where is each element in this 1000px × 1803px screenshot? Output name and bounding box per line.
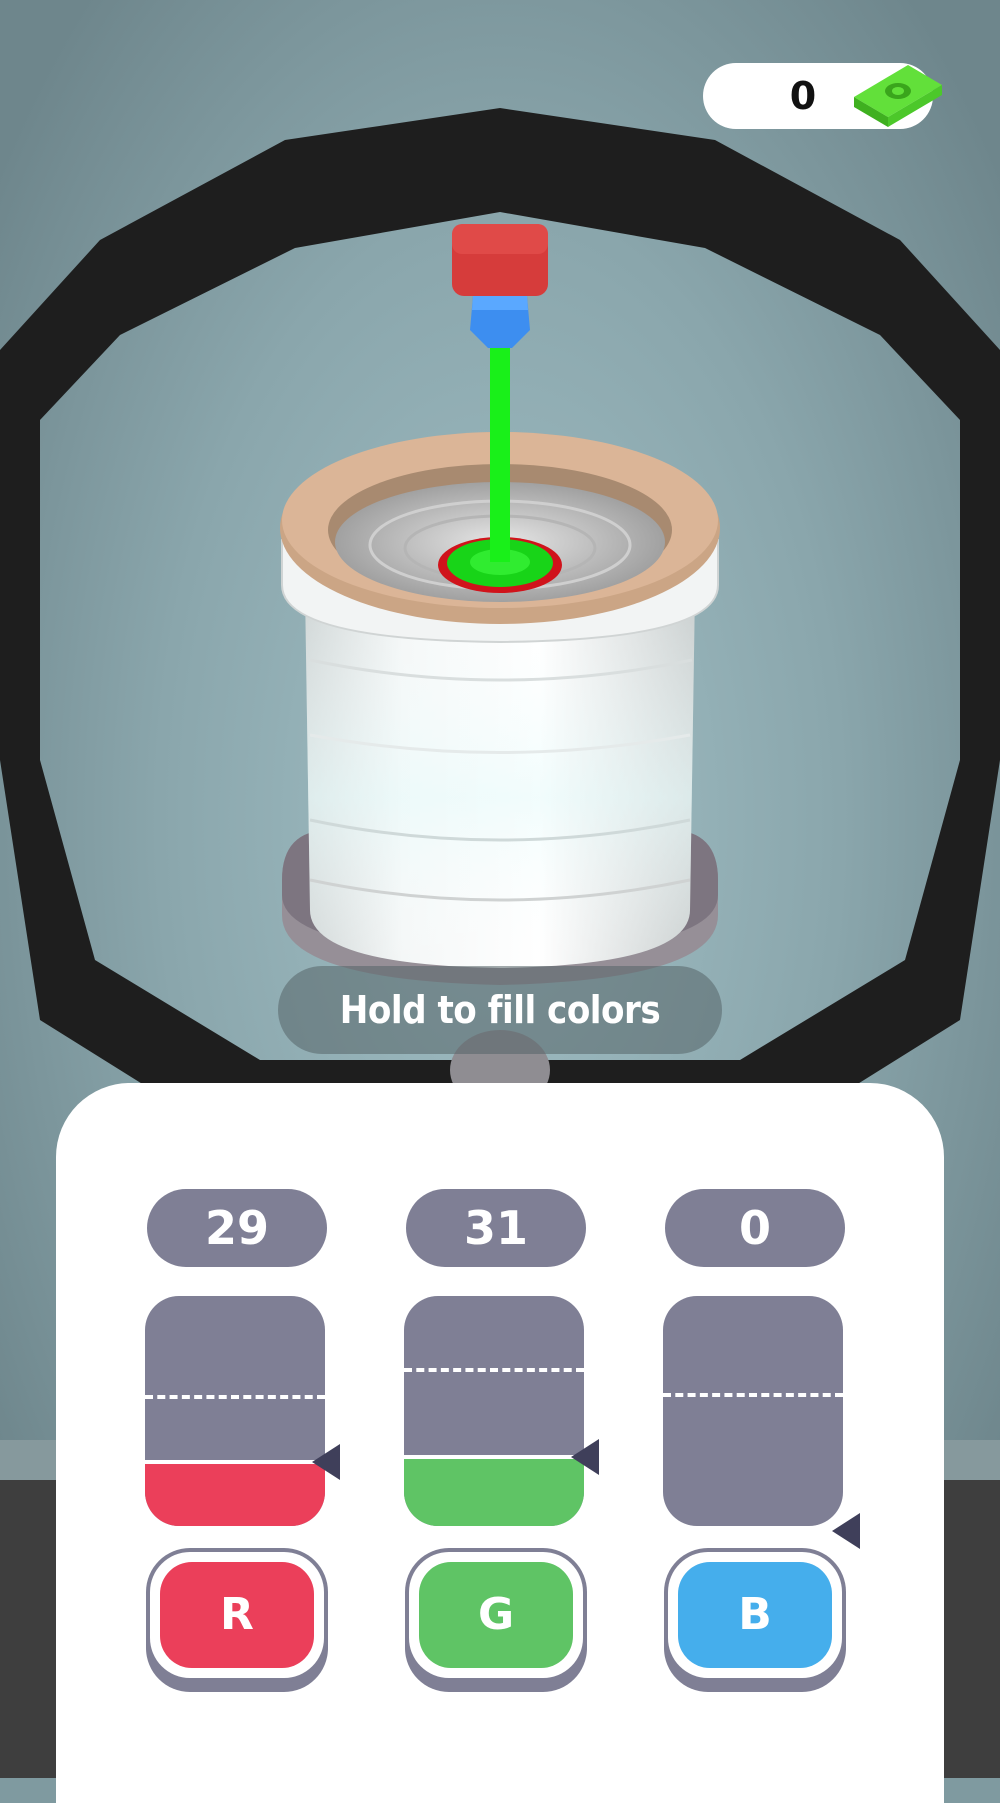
green-count: 31 <box>406 1189 586 1267</box>
red-tank <box>145 1296 325 1526</box>
green-button[interactable]: G <box>409 1552 583 1678</box>
red-fill <box>145 1462 325 1526</box>
green-fill-surface <box>404 1455 584 1459</box>
cash-stack-icon <box>854 65 942 127</box>
blue-level-pointer <box>832 1513 860 1549</box>
red-target-line <box>145 1395 325 1399</box>
blue-target-line <box>663 1393 843 1397</box>
blue-button-label: B <box>678 1562 832 1668</box>
green-level-pointer <box>571 1439 599 1475</box>
green-button-label: G <box>419 1562 573 1668</box>
red-level-pointer <box>312 1444 340 1480</box>
red-button[interactable]: R <box>150 1552 324 1678</box>
red-button-label: R <box>160 1562 314 1668</box>
green-target-line <box>404 1368 584 1372</box>
blue-button[interactable]: B <box>668 1552 842 1678</box>
green-fill <box>404 1457 584 1526</box>
hold-to-fill-hint: Hold to fill colors <box>278 966 722 1054</box>
red-count: 29 <box>147 1189 327 1267</box>
money-value: 0 <box>789 74 817 118</box>
money-counter: 0 <box>703 63 942 129</box>
green-tank <box>404 1296 584 1526</box>
red-fill-surface <box>145 1460 325 1464</box>
blue-tank <box>663 1296 843 1526</box>
blue-count: 0 <box>665 1189 845 1267</box>
